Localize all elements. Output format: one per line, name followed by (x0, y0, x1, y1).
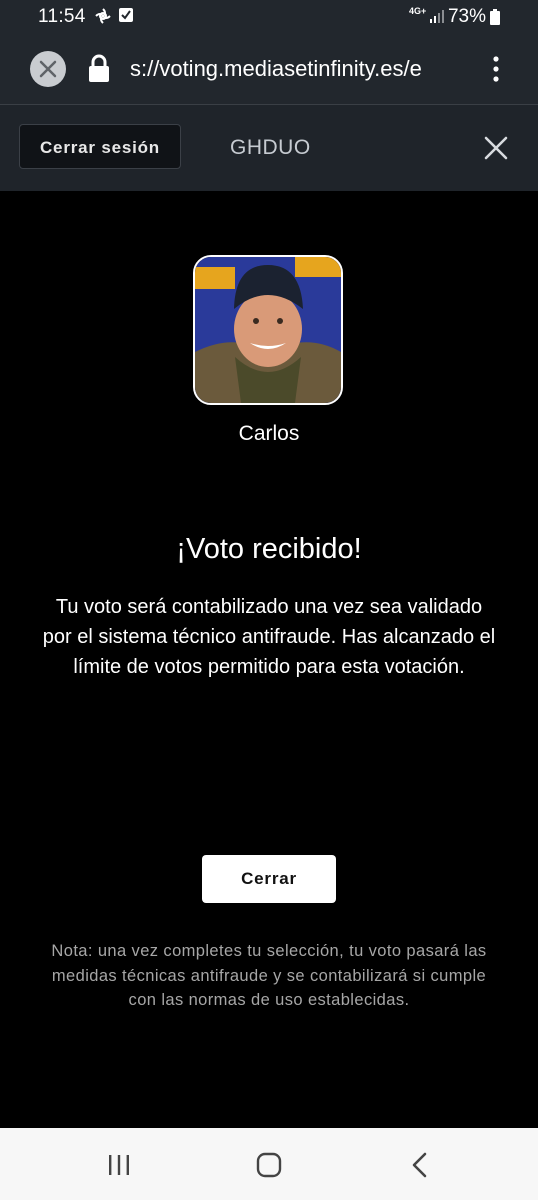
close-icon[interactable] (484, 136, 508, 160)
close-button[interactable]: Cerrar (202, 855, 336, 903)
app-notification-icon (93, 6, 113, 32)
logout-button[interactable]: Cerrar sesión (19, 124, 181, 169)
battery-icon (490, 9, 500, 31)
check-notification-icon (118, 6, 134, 30)
status-time: 11:54 (38, 6, 86, 27)
close-icon (39, 60, 57, 78)
more-vert-icon[interactable] (492, 54, 500, 84)
site-header: Cerrar sesión GHDUO (0, 105, 538, 191)
voting-screen: 11:54 4G+ 73% s://voting.mediasetinfinit… (0, 0, 538, 1200)
back-icon[interactable] (405, 1150, 435, 1180)
lock-icon[interactable] (87, 54, 111, 84)
confirmation-message: Tu voto será contabilizado una vez sea v… (42, 596, 496, 678)
battery-percent: 73% (447, 6, 486, 27)
signal-icon (429, 8, 445, 30)
recent-apps-icon[interactable] (104, 1150, 134, 1180)
system-nav-bar (0, 1128, 538, 1200)
network-type: 4G+ (409, 6, 427, 16)
close-tab-button[interactable] (30, 51, 66, 87)
candidate-name: Carlos (238, 422, 300, 445)
candidate-avatar (193, 255, 343, 405)
status-bar: 11:54 4G+ 73% (0, 0, 538, 34)
home-icon[interactable] (254, 1150, 284, 1180)
browser-toolbar: s://voting.mediasetinfinity.es/e (0, 34, 538, 105)
disclaimer-note: Nota: una vez completes tu selección, tu… (51, 942, 487, 1009)
program-title: GHDUO (230, 136, 311, 159)
confirmation-title: ¡Voto recibido! (176, 533, 362, 565)
url-bar[interactable]: s://voting.mediasetinfinity.es/e (130, 56, 455, 82)
